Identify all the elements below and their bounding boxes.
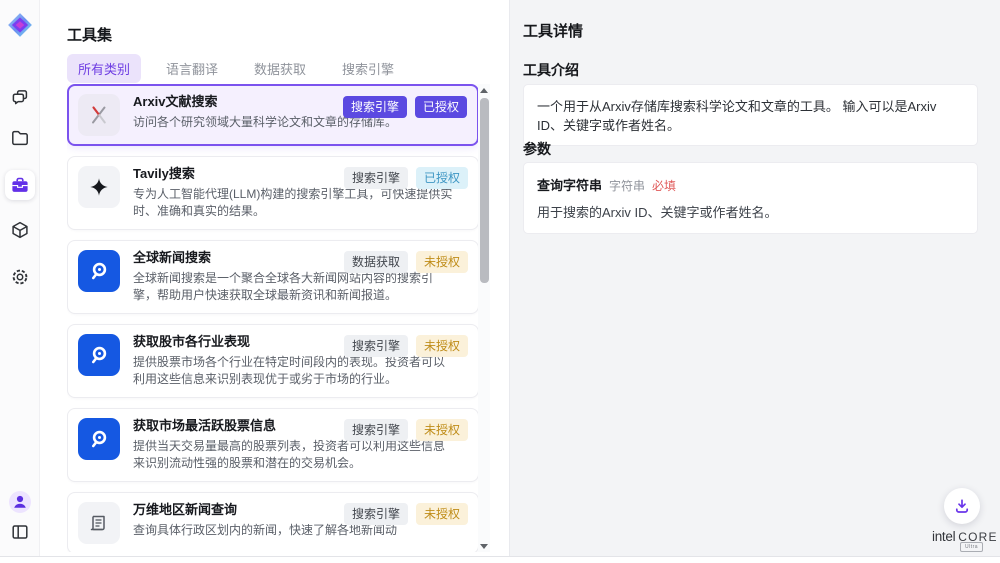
- intro-card: 一个用于从Arxiv存储库搜索科学论文和文章的工具。 输入可以是Arxiv ID…: [523, 84, 978, 146]
- nav-rail: [0, 0, 40, 556]
- tool-description: 全球新闻搜索是一个聚合全球各大新闻网站内容的搜索引擎，帮助用户快速获取全球最新资…: [133, 270, 455, 304]
- auth-status-badge: 未授权: [416, 419, 468, 441]
- toolbox-icon: [10, 175, 30, 195]
- category-tabs: 所有类别 语言翻译 数据获取 搜索引擎: [67, 54, 405, 83]
- sidebar-item-settings[interactable]: [5, 262, 35, 292]
- scrollbar-thumb[interactable]: [480, 98, 489, 283]
- tool-details-panel: 工具详情 工具介绍 一个用于从Arxiv存储库搜索科学论文和文章的工具。 输入可…: [510, 0, 1000, 556]
- details-title: 工具详情: [523, 20, 583, 41]
- intro-text: 一个用于从Arxiv存储库搜索科学论文和文章的工具。 输入可以是Arxiv ID…: [537, 99, 936, 133]
- download-button[interactable]: [944, 488, 980, 524]
- toolset-panel: 工具集 所有类别 语言翻译 数据获取 搜索引擎 Arxiv文献搜索 访问各个研究…: [40, 0, 510, 556]
- user-account-button[interactable]: [5, 487, 35, 517]
- category-badge: 数据获取: [344, 251, 408, 273]
- settings-icon: [10, 267, 30, 287]
- tab-language-translation[interactable]: 语言翻译: [155, 54, 229, 83]
- parameter-type: 字符串: [609, 177, 645, 194]
- sparkle-icon: [78, 166, 120, 208]
- tab-data-acquisition[interactable]: 数据获取: [243, 54, 317, 83]
- cube-icon: [10, 220, 30, 240]
- sidebar-item-chat[interactable]: [5, 82, 35, 112]
- scroll-up-icon: [480, 88, 488, 93]
- arxiv-icon: [78, 94, 120, 136]
- tool-description: 提供当天交易量最高的股票列表，投资者可以利用这些信息来识别流动性强的股票和潜在的…: [133, 438, 455, 472]
- sidebar-item-files[interactable]: [5, 123, 35, 153]
- category-badge: 搜索引擎: [344, 419, 408, 441]
- tool-card-sector-performance[interactable]: 获取股市各行业表现 提供股票市场各个行业在特定时间段内的表现。投资者可以利用这些…: [67, 324, 479, 398]
- parameter-description: 用于搜索的Arxiv ID、关键字或作者姓名。: [537, 202, 964, 221]
- tool-card-regional-news[interactable]: 万维地区新闻查询 查询具体行政区划内的新闻，快速了解各地新闻动 搜索引擎 未授权: [67, 492, 479, 552]
- ultra-tier-badge: Ultra: [960, 542, 983, 552]
- required-badge: 必填: [652, 177, 676, 194]
- intel-core-logo: intelCORE Ultra: [932, 528, 998, 546]
- sidebar-item-tools[interactable]: [5, 170, 35, 200]
- tool-description: 提供股票市场各个行业在特定时间段内的表现。投资者可以利用这些信息来识别表现优于或…: [133, 354, 455, 388]
- tool-card-global-news[interactable]: 全球新闻搜索 全球新闻搜索是一个聚合全球各大新闻网站内容的搜索引擎，帮助用户快速…: [67, 240, 479, 314]
- download-icon: [952, 496, 972, 516]
- intro-heading: 工具介绍: [523, 60, 579, 80]
- category-badge: 搜索引擎: [343, 96, 407, 118]
- intel-wordmark: intel: [932, 529, 955, 544]
- category-badge: 搜索引擎: [344, 503, 408, 525]
- scroll-up-button[interactable]: [478, 84, 490, 96]
- collapse-sidebar-button[interactable]: [5, 517, 35, 547]
- params-heading: 参数: [523, 139, 551, 159]
- tool-card-tavily[interactable]: Tavily搜索 专为人工智能代理(LLM)构建的搜索引擎工具，可快速提供实时、…: [67, 156, 479, 230]
- auth-status-badge: 未授权: [416, 503, 468, 525]
- auth-status-badge: 已授权: [415, 96, 467, 118]
- tool-card-arxiv[interactable]: Arxiv文献搜索 访问各个研究领域大量科学论文和文章的存储库。 搜索引擎 已授…: [67, 84, 479, 146]
- news-search-icon: [78, 418, 120, 460]
- tab-search-engine[interactable]: 搜索引擎: [331, 54, 405, 83]
- tool-card-active-stocks[interactable]: 获取市场最活跃股票信息 提供当天交易量最高的股票列表，投资者可以利用这些信息来识…: [67, 408, 479, 482]
- news-search-icon: [78, 334, 120, 376]
- parameter-card: 查询字符串 字符串 必填 用于搜索的Arxiv ID、关键字或作者姓名。: [523, 162, 978, 234]
- sidebar-item-models[interactable]: [5, 215, 35, 245]
- tab-all-categories[interactable]: 所有类别: [67, 54, 141, 83]
- user-avatar-icon: [8, 490, 32, 514]
- category-badge: 搜索引擎: [344, 167, 408, 189]
- panel-toggle-icon: [10, 522, 30, 542]
- page-title: 工具集: [67, 24, 112, 45]
- newspaper-icon: [78, 502, 120, 544]
- tool-list: Arxiv文献搜索 访问各个研究领域大量科学论文和文章的存储库。 搜索引擎 已授…: [67, 84, 479, 552]
- tool-description: 专为人工智能代理(LLM)构建的搜索引擎工具，可快速提供实时、准确和真实的结果。: [133, 186, 455, 220]
- folder-icon: [10, 128, 30, 148]
- category-badge: 搜索引擎: [344, 335, 408, 357]
- parameter-name: 查询字符串: [537, 175, 602, 194]
- scroll-down-icon: [480, 544, 488, 549]
- scroll-down-button[interactable]: [478, 540, 490, 552]
- auth-status-badge: 已授权: [416, 167, 468, 189]
- news-search-icon: [78, 250, 120, 292]
- list-scrollbar[interactable]: [478, 84, 490, 552]
- auth-status-badge: 未授权: [416, 335, 468, 357]
- auth-status-badge: 未授权: [416, 251, 468, 273]
- window-bottom-edge: [0, 556, 1000, 563]
- chat-icon: [10, 87, 30, 107]
- app-logo-icon: [7, 12, 33, 38]
